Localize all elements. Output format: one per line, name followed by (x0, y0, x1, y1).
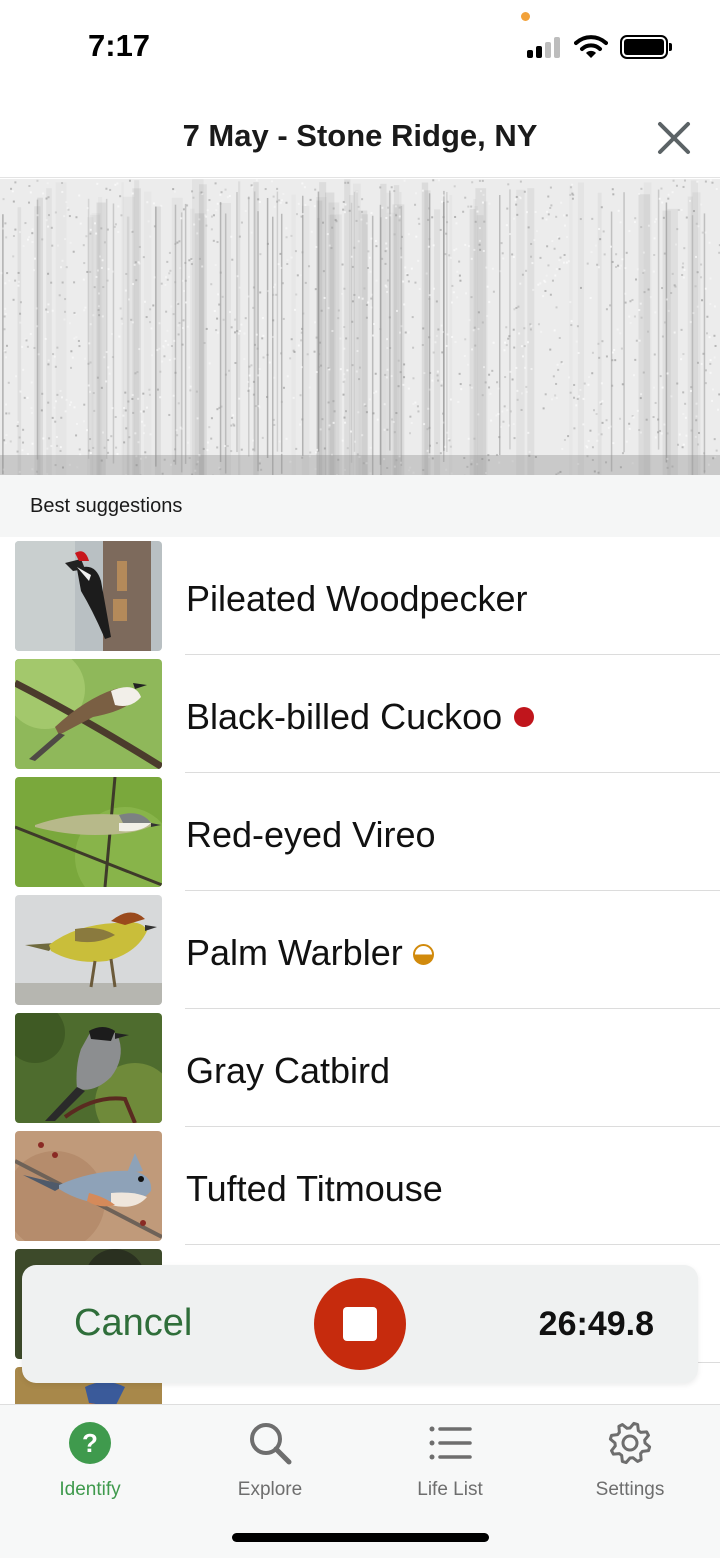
list-icon (429, 1426, 472, 1460)
tab-identify[interactable]: ? Identify (0, 1419, 180, 1509)
tab-explore[interactable]: Explore (180, 1419, 360, 1509)
gear-icon (608, 1421, 652, 1465)
home-indicator (232, 1533, 489, 1542)
bird-photo (15, 895, 162, 1005)
list-item[interactable]: Tufted Titmouse (0, 1127, 720, 1245)
section-header: Best suggestions (0, 475, 720, 537)
species-name: Pileated Woodpecker (186, 578, 528, 619)
recording-controls: Cancel 26:49.8 (22, 1265, 698, 1383)
status-time: 7:17 (88, 28, 151, 63)
tab-settings[interactable]: Settings (540, 1419, 720, 1509)
species-name: Tufted Titmouse (186, 1168, 443, 1209)
search-icon (250, 1423, 292, 1465)
species-name: Gray Catbird (186, 1050, 391, 1091)
wifi-icon (574, 35, 608, 58)
bird-photo (15, 659, 162, 769)
tab-label: Identify (59, 1479, 121, 1500)
tab-label: Life List (417, 1479, 483, 1500)
battery-icon (620, 35, 672, 59)
status-bar: 7:17 (0, 0, 720, 96)
bird-photo (15, 1013, 162, 1123)
bird-photo (15, 1131, 162, 1241)
species-name: Black-billed Cuckoo (186, 696, 535, 738)
cellular-signal-icon (527, 36, 563, 58)
tab-life-list[interactable]: Life List (360, 1419, 540, 1509)
list-item[interactable]: Palm Warbler (0, 891, 720, 1009)
tab-label: Settings (595, 1479, 665, 1500)
section-label: Best suggestions (30, 495, 183, 517)
spectrogram (0, 179, 720, 475)
recording-timer: 26:49.8 (538, 1305, 654, 1343)
svg-text:?: ? (82, 1428, 98, 1458)
cancel-button[interactable]: Cancel (74, 1302, 192, 1345)
uncommon-species-icon (412, 944, 434, 965)
list-item[interactable]: Black-billed Cuckoo (0, 655, 720, 773)
species-name: Palm Warbler (186, 932, 434, 974)
close-icon[interactable] (652, 116, 696, 160)
stop-recording-button[interactable] (314, 1278, 406, 1370)
stop-icon (343, 1307, 377, 1341)
list-item[interactable]: Pileated Woodpecker (0, 537, 720, 655)
rare-species-icon (514, 707, 535, 727)
list-item[interactable]: Red-eyed Vireo (0, 773, 720, 891)
species-name: Red-eyed Vireo (186, 814, 436, 855)
question-circle-icon: ? (69, 1422, 111, 1464)
list-item[interactable]: Gray Catbird (0, 1009, 720, 1127)
recording-indicator-dot (521, 12, 530, 21)
recording-header: 7 May - Stone Ridge, NY (0, 96, 720, 178)
page-title: 7 May - Stone Ridge, NY (182, 118, 538, 153)
bird-photo (15, 541, 162, 651)
bird-photo (15, 777, 162, 887)
tab-label: Explore (237, 1479, 303, 1500)
